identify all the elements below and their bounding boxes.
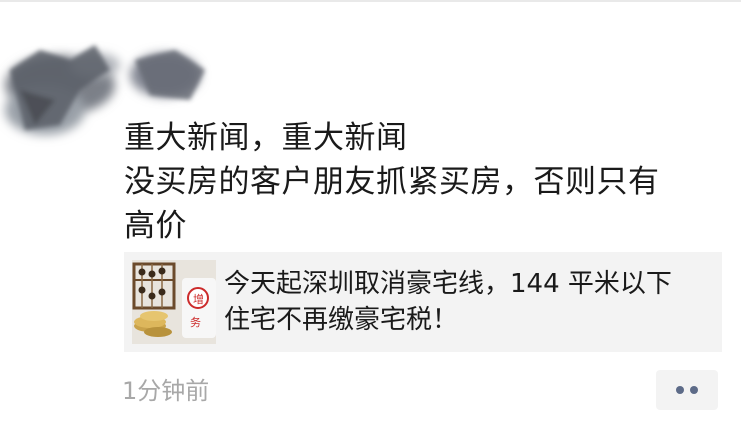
- svg-text:务: 务: [190, 316, 201, 329]
- link-thumbnail: 增 务: [132, 260, 216, 344]
- post-line: 高价: [124, 208, 187, 244]
- thumbnail-text: 增: [193, 292, 204, 306]
- abacus-coins-tax-icon: 增 务: [132, 260, 216, 344]
- link-title: 今天起深圳取消豪宅线，144 平米以下 住宅不再缴豪宅税！: [224, 266, 714, 338]
- ellipsis-icon: [676, 386, 684, 394]
- post-text: 重大新闻，重大新闻 没买房的客户朋友抓紧买房，否则只有 高价: [124, 116, 724, 248]
- post-line: 重大新闻，重大新闻: [124, 120, 408, 156]
- top-divider: [0, 0, 741, 2]
- post-line: 没买房的客户朋友抓紧买房，否则只有: [124, 164, 660, 200]
- more-actions-button[interactable]: [656, 370, 718, 410]
- link-title-line: 今天起深圳取消豪宅线，144 平米以下: [224, 269, 672, 299]
- ellipsis-icon: [690, 386, 698, 394]
- timestamp: 1分钟前: [122, 377, 210, 405]
- link-title-line: 住宅不再缴豪宅税！: [224, 305, 459, 335]
- shared-link-card[interactable]: 增 务 今天起深圳取消豪宅线，144 平米以下 住宅不再缴豪宅税！: [124, 252, 722, 352]
